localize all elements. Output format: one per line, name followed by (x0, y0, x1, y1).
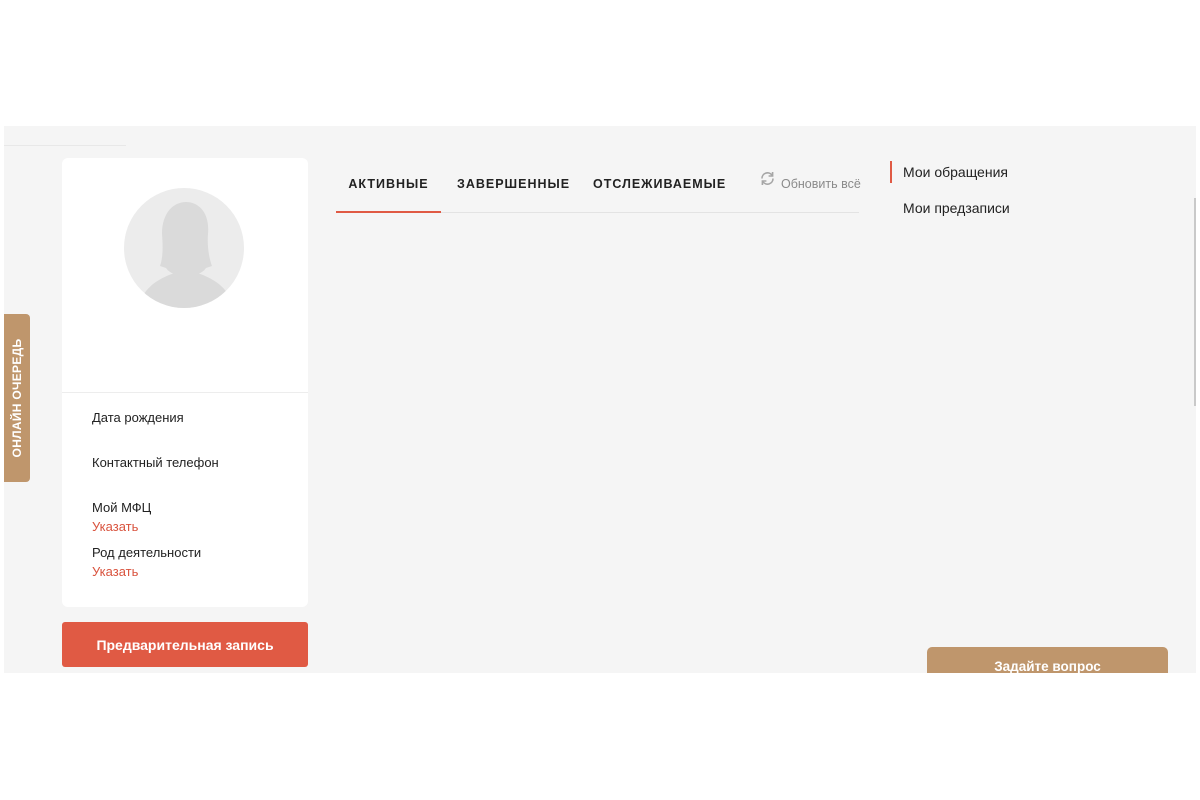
right-nav-active-indicator (890, 161, 892, 183)
my-mfc-specify-link[interactable]: Указать (92, 519, 138, 534)
requests-tabs: АКТИВНЫЕ ЗАВЕРШЕННЫЕ ОТСЛЕЖИВАЕМЫЕ Обнов… (336, 156, 861, 213)
refresh-all-button[interactable]: Обновить всё (759, 156, 861, 212)
tab-completed[interactable]: ЗАВЕРШЕННЫЕ (457, 156, 569, 212)
pre-registration-button[interactable]: Предварительная запись (62, 622, 308, 667)
occupation-specify-link[interactable]: Указать (92, 564, 138, 579)
right-nav-my-preregistrations[interactable]: Мои предзаписи (903, 200, 1010, 216)
right-nav-my-requests[interactable]: Мои обращения (903, 164, 1008, 180)
occupation-label: Род деятельности (92, 545, 202, 560)
user-silhouette-icon (124, 188, 244, 308)
scrollbar[interactable] (1194, 198, 1196, 406)
phone-label: Контактный телефон (92, 455, 219, 470)
ask-question-button[interactable]: Задайте вопрос (927, 647, 1168, 673)
page-viewport: ОНЛАЙН ОЧЕРЕДЬ Дата рождения Контактный … (4, 126, 1196, 673)
tab-tracked[interactable]: ОТСЛЕЖИВАЕМЫЕ (593, 156, 725, 212)
online-queue-tab[interactable]: ОНЛАЙН ОЧЕРЕДЬ (4, 314, 30, 482)
tab-active[interactable]: АКТИВНЫЕ (336, 156, 441, 213)
top-divider (4, 145, 126, 146)
profile-card: Дата рождения Контактный телефон Мой МФЦ… (62, 158, 308, 607)
my-mfc-label: Мой МФЦ (92, 500, 152, 515)
card-divider (62, 392, 308, 393)
refresh-all-label: Обновить всё (781, 177, 861, 191)
birth-date-label: Дата рождения (92, 410, 184, 425)
refresh-icon (759, 155, 776, 211)
online-queue-label: ОНЛАЙН ОЧЕРЕДЬ (10, 338, 24, 458)
